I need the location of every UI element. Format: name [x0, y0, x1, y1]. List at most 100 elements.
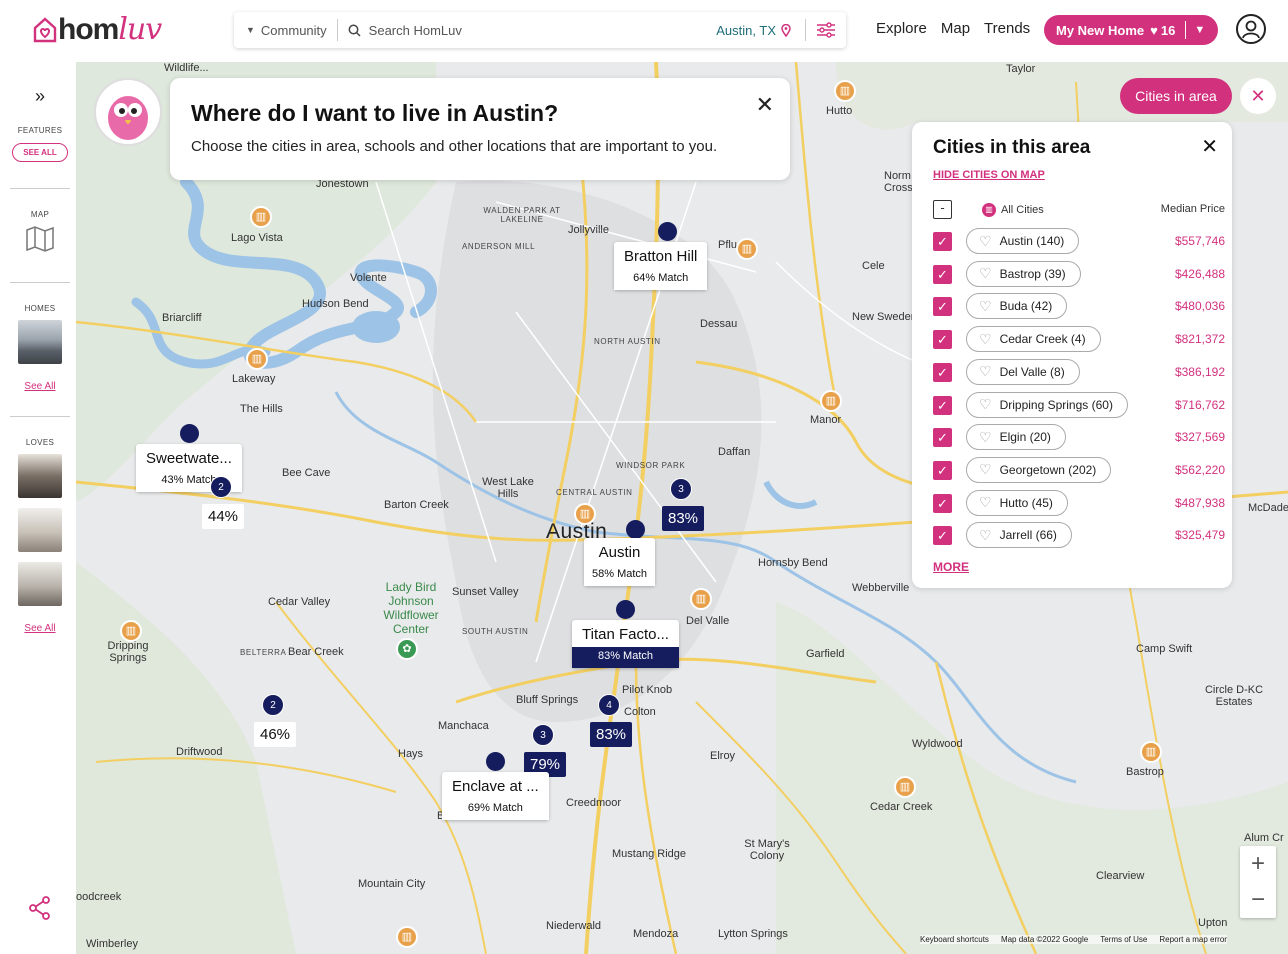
amenity-building-icon[interactable]: ▥	[736, 238, 758, 260]
love-thumbnail[interactable]	[18, 508, 62, 552]
homluv-logo[interactable]: hom luv	[32, 12, 162, 47]
match-percent[interactable]: 83%	[662, 506, 705, 531]
hide-cities-link[interactable]: HIDE CITIES ON MAP	[933, 169, 1045, 181]
community-dot[interactable]	[658, 222, 677, 241]
nav-map[interactable]: Map	[941, 20, 970, 37]
heart-outline-icon[interactable]: ♡	[979, 331, 992, 348]
city-chip[interactable]: ♡ Georgetown (202)	[966, 456, 1112, 483]
heart-outline-icon[interactable]: ♡	[979, 527, 992, 544]
city-chip[interactable]: ♡ Jarrell (66)	[966, 522, 1072, 549]
city-row[interactable]: ✓ ♡ Hutto (45) $487,938	[933, 489, 1225, 516]
more-link[interactable]: MORE	[933, 560, 969, 574]
heart-outline-icon[interactable]: ♡	[979, 461, 992, 478]
amenity-building-icon[interactable]: ▥	[396, 926, 418, 948]
city-checkbox[interactable]: ✓	[933, 460, 952, 480]
love-thumbnail[interactable]	[18, 562, 62, 606]
city-row[interactable]: ✓ ♡ Cedar Creek (4) $821,372	[933, 326, 1225, 353]
nav-explore[interactable]: Explore	[876, 20, 927, 37]
map-fold-icon[interactable]	[4, 225, 76, 258]
city-chip[interactable]: ♡ Hutto (45)	[966, 489, 1068, 516]
city-row[interactable]: ✓ ♡ Del Valle (8) $386,192	[933, 358, 1225, 385]
amenity-building-icon[interactable]: ▥	[820, 390, 842, 412]
amenity-building-icon[interactable]: ▥	[834, 80, 856, 102]
close-icon[interactable]: ✕	[756, 92, 774, 118]
city-row[interactable]: ✓ ♡ Buda (42) $480,036	[933, 293, 1225, 320]
chevron-down-icon[interactable]: ▼	[1194, 24, 1205, 36]
amenity-building-icon[interactable]: ▥	[1140, 741, 1162, 763]
community-dot[interactable]	[486, 752, 505, 771]
city-checkbox[interactable]: ✓	[933, 395, 952, 415]
close-icon[interactable]: ✕	[1240, 78, 1276, 114]
city-checkbox[interactable]: ✓	[933, 362, 952, 382]
homes-see-all-link[interactable]: See All	[24, 381, 55, 392]
heart-outline-icon[interactable]: ♡	[979, 265, 992, 282]
cluster-count[interactable]: 3	[670, 478, 692, 500]
keyboard-shortcuts-link[interactable]: Keyboard shortcuts	[920, 935, 989, 944]
city-row[interactable]: ✓ ♡ Austin (140) $557,746	[933, 228, 1225, 254]
cities-in-area-button[interactable]: Cities in area	[1120, 78, 1232, 114]
account-avatar-icon[interactable]	[1236, 14, 1266, 44]
community-pin-enclave[interactable]: Enclave at ... 69% Match	[442, 772, 549, 820]
city-chip[interactable]: ♡ Dripping Springs (60)	[966, 391, 1128, 418]
search-input-wrap[interactable]: Search HomLuv	[338, 23, 717, 38]
city-checkbox[interactable]: ✓	[933, 330, 952, 350]
filter-button[interactable]	[806, 22, 846, 38]
city-checkbox[interactable]: ✓	[933, 297, 952, 317]
match-percent[interactable]: 44%	[202, 504, 245, 529]
cluster-count[interactable]: 4	[598, 694, 620, 716]
community-dot[interactable]	[616, 600, 635, 619]
city-row[interactable]: ✓ ♡ Elgin (20) $327,569	[933, 424, 1225, 451]
city-chip[interactable]: ♡ Del Valle (8)	[966, 358, 1080, 385]
amenity-building-icon[interactable]: ▥	[250, 206, 272, 228]
city-chip[interactable]: ♡ Buda (42)	[966, 293, 1068, 320]
community-dropdown[interactable]: ▼ Community	[234, 19, 338, 41]
city-checkbox[interactable]: ✓	[933, 264, 952, 284]
heart-outline-icon[interactable]: ♡	[979, 396, 992, 413]
city-chip[interactable]: ♡ Elgin (20)	[966, 424, 1066, 451]
city-checkbox[interactable]: ✓	[933, 526, 952, 546]
love-thumbnail[interactable]	[18, 454, 62, 498]
city-row[interactable]: ✓ ♡ Georgetown (202) $562,220	[933, 456, 1225, 483]
heart-outline-icon[interactable]: ♡	[979, 429, 992, 446]
heart-outline-icon[interactable]: ♡	[979, 494, 992, 511]
amenity-building-icon[interactable]: ▥	[574, 503, 596, 525]
match-percent[interactable]: 83%	[590, 722, 633, 747]
city-chip[interactable]: ♡ Bastrop (39)	[966, 260, 1081, 287]
cluster-count[interactable]: 3	[532, 724, 554, 746]
city-row[interactable]: ✓ ♡ Bastrop (39) $426,488	[933, 260, 1225, 287]
city-checkbox[interactable]: ✓	[933, 493, 952, 513]
city-row[interactable]: ✓ ♡ Dripping Springs (60) $716,762	[933, 391, 1225, 418]
city-row[interactable]: ✓ ♡ Jarrell (66) $325,479	[933, 522, 1225, 549]
zoom-out-button[interactable]: −	[1240, 882, 1276, 918]
cluster-count[interactable]: 2	[262, 694, 284, 716]
loves-see-all-link[interactable]: See All	[24, 623, 55, 634]
match-percent[interactable]: 46%	[254, 722, 297, 747]
city-chip[interactable]: ♡ Cedar Creek (4)	[966, 326, 1101, 353]
select-all-checkbox[interactable]: -	[933, 200, 952, 219]
nav-trends[interactable]: Trends	[984, 20, 1030, 37]
community-pin-bratton-hill[interactable]: Bratton Hill 64% Match	[614, 242, 708, 290]
zoom-in-button[interactable]: +	[1240, 846, 1276, 882]
amenity-building-icon[interactable]: ▥	[894, 776, 916, 798]
share-icon[interactable]	[28, 896, 52, 925]
amenity-building-icon[interactable]: ▥	[246, 348, 268, 370]
amenity-building-icon[interactable]: ▥	[690, 588, 712, 610]
home-thumbnail[interactable]	[18, 320, 62, 364]
heart-outline-icon[interactable]: ♡	[979, 298, 992, 315]
community-pin-austin[interactable]: Austin 58% Match	[584, 538, 656, 586]
city-checkbox[interactable]: ✓	[933, 428, 952, 448]
amenity-building-icon[interactable]: ▥	[120, 620, 142, 642]
cluster-count[interactable]: 2	[210, 476, 232, 498]
report-error-link[interactable]: Report a map error	[1159, 935, 1227, 944]
terms-link[interactable]: Terms of Use	[1100, 935, 1147, 944]
location-selector[interactable]: Austin, TX	[716, 19, 806, 41]
community-pin-titan-factory[interactable]: Titan Facto... 83% Match	[572, 620, 679, 668]
close-icon[interactable]: ✕	[1201, 134, 1218, 159]
city-chip[interactable]: ♡ Austin (140)	[966, 228, 1080, 254]
heart-outline-icon[interactable]: ♡	[979, 363, 992, 380]
community-dot[interactable]	[626, 520, 645, 539]
expand-sidebar-icon[interactable]: »	[4, 86, 76, 107]
heart-outline-icon[interactable]: ♡	[979, 233, 992, 250]
park-flower-icon[interactable]: ✿	[396, 638, 418, 660]
community-dot[interactable]	[180, 424, 199, 443]
